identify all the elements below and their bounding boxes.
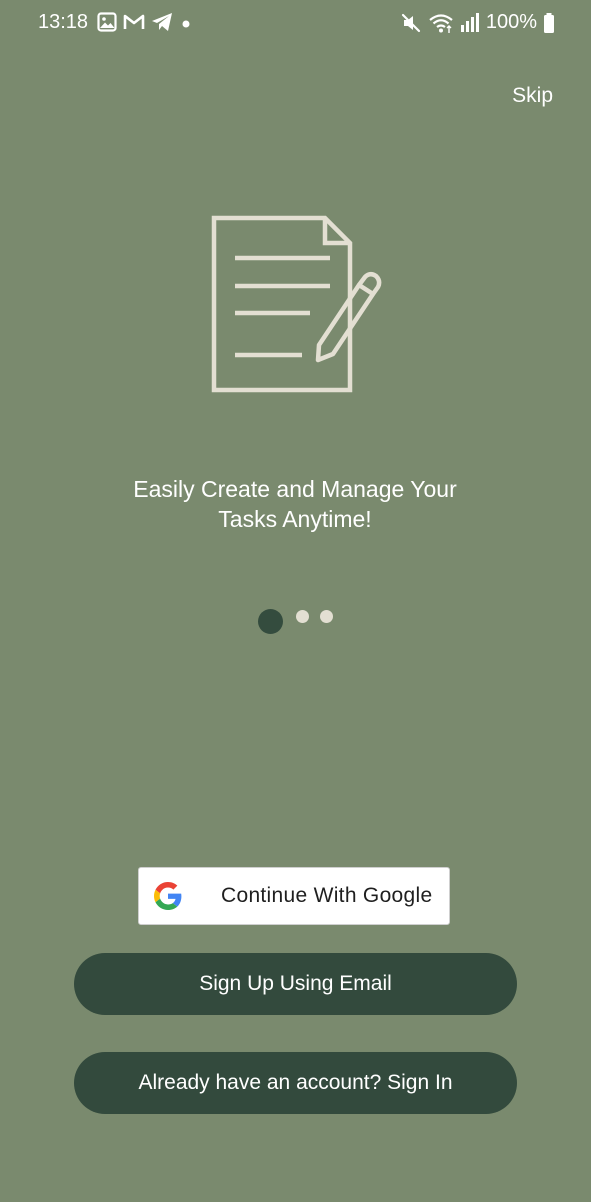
- wifi-icon: [429, 13, 453, 33]
- headline-line-2: Tasks Anytime!: [218, 506, 372, 532]
- page-dot-3[interactable]: [320, 610, 333, 623]
- continue-with-google-button[interactable]: Continue With Google: [138, 867, 450, 925]
- status-time: 13:18: [38, 11, 89, 33]
- skip-link[interactable]: Skip: [512, 84, 553, 108]
- sign-in-label: Already have an account? Sign In: [138, 1071, 453, 1094]
- sign-up-email-label: Sign Up Using Email: [199, 972, 392, 995]
- google-button-label: Continue With Google: [221, 884, 433, 907]
- telegram-icon: [152, 13, 172, 31]
- gmail-icon: [123, 14, 145, 29]
- battery-percentage: 100%: [485, 11, 537, 33]
- notification-dot-icon: [182, 20, 190, 28]
- battery-icon: [544, 12, 554, 33]
- page-indicator: [258, 609, 338, 635]
- page-dot-active[interactable]: [258, 609, 283, 634]
- document-edit-icon: [211, 215, 382, 393]
- headline-line-1: Easily Create and Manage Your: [133, 476, 457, 502]
- page-dot-2[interactable]: [296, 610, 309, 623]
- mute-icon: [401, 13, 420, 32]
- status-right: 100%: [400, 11, 555, 34]
- gallery-icon: [97, 12, 117, 32]
- status-bar: 13:18 100%: [0, 0, 591, 48]
- status-left-icons: [97, 12, 193, 32]
- google-g-icon: [154, 882, 182, 910]
- signal-icon: [460, 12, 479, 32]
- sign-up-email-button[interactable]: Sign Up Using Email: [74, 953, 517, 1015]
- sign-in-button[interactable]: Already have an account? Sign In: [74, 1052, 517, 1114]
- onboarding-headline: Easily Create and Manage Your Tasks Anyt…: [95, 474, 495, 534]
